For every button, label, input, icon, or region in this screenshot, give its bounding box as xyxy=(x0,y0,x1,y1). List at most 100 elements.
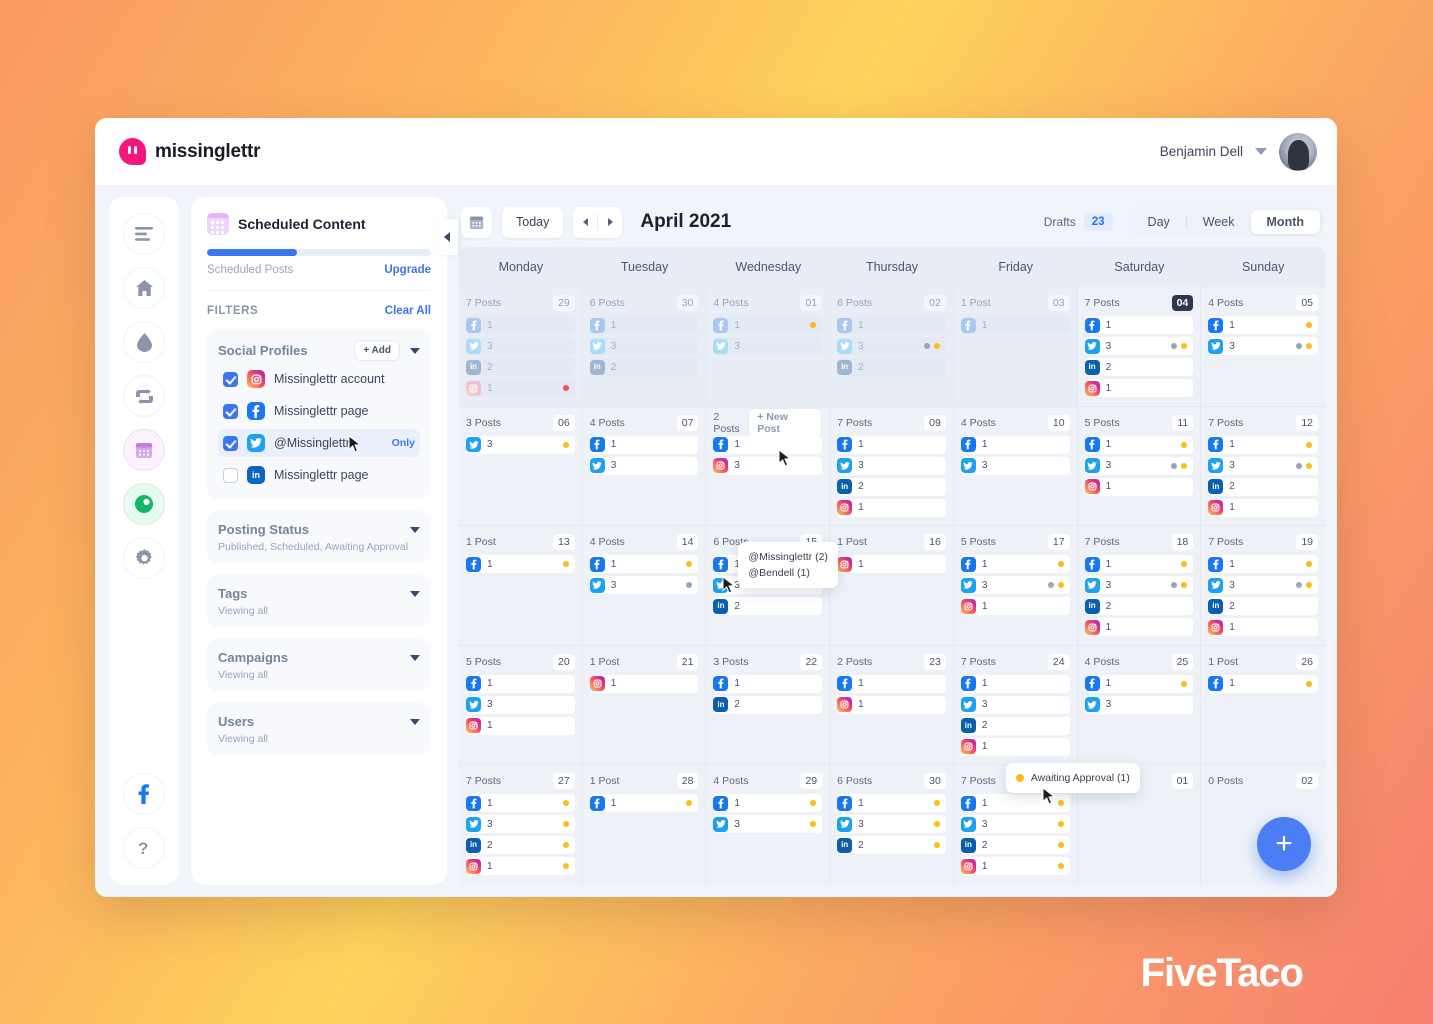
brand-logo[interactable]: missinglettr xyxy=(119,138,260,165)
post-item[interactable]: 1 xyxy=(589,794,699,813)
post-item[interactable]: 1 xyxy=(1208,498,1318,517)
post-item[interactable]: 1 xyxy=(713,794,823,813)
post-item[interactable]: 1 xyxy=(837,674,946,693)
post-item[interactable]: 1 xyxy=(589,674,699,693)
calendar-day-cell[interactable]: 7 Posts 04 1 3 in 2 1 xyxy=(1077,287,1202,407)
filter-group[interactable]: Tags Viewing all xyxy=(207,575,431,627)
post-item[interactable]: 1 xyxy=(837,435,946,454)
post-item[interactable]: 1 xyxy=(713,674,823,693)
post-item[interactable]: in 2 xyxy=(589,358,699,376)
calendar-day-cell[interactable]: 4 Posts 05 1 3 xyxy=(1201,287,1325,407)
only-link[interactable]: Only xyxy=(392,437,415,449)
post-item[interactable]: in 2 xyxy=(713,597,823,616)
post-item[interactable]: 3 xyxy=(837,456,946,475)
calendar-day-cell[interactable]: 6 Posts 02 1 3 in 2 xyxy=(830,287,954,407)
post-item[interactable]: 3 xyxy=(589,576,699,595)
post-item[interactable]: 1 xyxy=(960,674,1070,693)
home-icon[interactable] xyxy=(123,267,165,309)
drafts-indicator[interactable]: Drafts 23 xyxy=(1044,213,1113,231)
status-dot-awaiting[interactable] xyxy=(1057,821,1064,828)
post-item[interactable]: 1 xyxy=(837,555,946,574)
post-item[interactable]: 1 xyxy=(589,555,699,574)
post-item[interactable]: 1 xyxy=(1208,316,1318,334)
post-item[interactable]: 1 xyxy=(960,316,1070,334)
post-item[interactable]: 3 xyxy=(960,695,1070,714)
profile-checkbox[interactable] xyxy=(223,371,238,387)
status-dot-awaiting[interactable] xyxy=(1181,441,1188,448)
calendar-day-cell[interactable]: 1 Post 21 1 xyxy=(582,645,707,766)
post-item[interactable]: 1 xyxy=(1084,316,1194,334)
calendar-day-cell[interactable]: 2 Posts + New Post 1 3 xyxy=(706,406,831,527)
calendar-day-cell[interactable]: 1 Post 03 1 xyxy=(953,287,1078,407)
post-item[interactable]: 1 xyxy=(466,674,575,693)
social-profile-row[interactable]: Missinglettr account xyxy=(218,365,420,393)
status-dot-awaiting[interactable] xyxy=(562,561,569,568)
status-dot-awaiting[interactable] xyxy=(1181,680,1188,687)
calendar-day-cell[interactable]: 1 Post 16 1 xyxy=(830,526,954,646)
post-item[interactable]: 1 xyxy=(466,379,575,397)
post-item[interactable]: 3 xyxy=(1084,337,1194,355)
new-post-fab[interactable]: + xyxy=(1257,817,1311,871)
post-item[interactable]: 3 xyxy=(960,456,1070,475)
status-dot-awaiting[interactable] xyxy=(810,800,817,807)
post-item[interactable]: 1 xyxy=(466,316,575,334)
social-profile-row[interactable]: Missinglettr page xyxy=(218,397,420,425)
post-item[interactable]: 3 xyxy=(837,815,946,834)
today-button[interactable]: Today xyxy=(502,206,564,238)
analytics-icon[interactable] xyxy=(123,483,165,525)
status-dot-awaiting[interactable] xyxy=(686,800,693,807)
post-item[interactable]: 3 xyxy=(466,695,575,714)
calendar-day-cell[interactable]: 4 Posts 25 1 3 xyxy=(1077,645,1202,766)
post-item[interactable]: 3 xyxy=(713,456,823,475)
post-item[interactable]: 1 xyxy=(960,597,1070,616)
post-item[interactable]: 1 xyxy=(960,794,1070,813)
calendar-day-cell[interactable]: 7 Posts 27 1 3 in 2 1 xyxy=(459,765,583,885)
calendar-day-cell[interactable]: 7 Posts0113in21Awaiting Approval (1) xyxy=(953,763,1140,885)
status-dot-awaiting[interactable] xyxy=(562,441,569,448)
view-tab-week[interactable]: Week xyxy=(1187,210,1251,234)
filter-group[interactable]: Posting Status Published, Scheduled, Awai… xyxy=(207,511,431,563)
view-tab-month[interactable]: Month xyxy=(1250,210,1320,234)
status-dot-awaiting[interactable] xyxy=(1057,582,1064,589)
filter-group[interactable]: Users Viewing all xyxy=(207,703,431,755)
status-dot-awaiting[interactable] xyxy=(1306,343,1312,349)
view-tab-day[interactable]: Day xyxy=(1132,210,1186,234)
status-dot-awaiting[interactable] xyxy=(686,561,693,568)
post-item[interactable]: 3 xyxy=(1084,576,1194,595)
post-item[interactable]: in 2 xyxy=(1084,358,1194,376)
calendar-day-cell[interactable]: 3 Posts 22 1 in 2 xyxy=(706,645,831,766)
post-item[interactable]: 1 xyxy=(837,794,946,813)
profile-checkbox[interactable] xyxy=(223,403,238,419)
post-item[interactable]: 3 xyxy=(589,337,699,355)
calendar-day-cell[interactable]: 2 Posts 23 1 1 xyxy=(830,645,954,766)
post-item[interactable]: 1 xyxy=(960,555,1070,574)
calendar-day-cell[interactable]: 7 Posts 09 1 3 in 2 1 xyxy=(830,406,954,527)
status-dot-awaiting[interactable] xyxy=(1306,441,1312,448)
post-item[interactable]: 3 xyxy=(960,576,1070,595)
chevron-down-icon[interactable] xyxy=(1255,148,1267,155)
post-item[interactable]: in 2 xyxy=(1084,597,1194,616)
chevron-down-icon[interactable] xyxy=(410,718,420,725)
new-post-button[interactable]: + New Post xyxy=(748,407,823,438)
calendar-day-cell[interactable]: 5 Posts 20 1 3 1 xyxy=(459,645,583,766)
status-dot-awaiting[interactable] xyxy=(1057,842,1064,849)
post-item[interactable]: in 2 xyxy=(1208,477,1318,496)
post-item[interactable]: 3 xyxy=(1208,456,1318,475)
status-dot-scheduled[interactable] xyxy=(1047,582,1054,589)
filter-group[interactable]: Campaigns Viewing all xyxy=(207,639,431,691)
post-item[interactable]: 1 xyxy=(466,555,575,574)
status-dot-scheduled[interactable] xyxy=(1296,462,1302,469)
status-dot-awaiting[interactable] xyxy=(1181,343,1188,349)
status-dot-error[interactable] xyxy=(562,385,569,391)
post-item[interactable]: 3 xyxy=(960,815,1070,834)
calendar-day-cell[interactable]: 1 Post 26 1 xyxy=(1201,645,1325,766)
status-dot-awaiting[interactable] xyxy=(933,800,940,807)
status-dot-scheduled[interactable] xyxy=(686,582,693,589)
calendar-day-cell[interactable]: 3 Posts 06 3 xyxy=(459,406,583,527)
post-item[interactable]: 1 xyxy=(1084,379,1194,397)
status-dot-awaiting[interactable] xyxy=(1306,322,1312,328)
avatar[interactable] xyxy=(1279,132,1317,171)
post-item[interactable]: 1 xyxy=(837,316,946,334)
calendar-day-cell[interactable]: 1 Post 28 1 xyxy=(582,765,707,885)
post-item[interactable]: 1 xyxy=(1084,477,1194,496)
